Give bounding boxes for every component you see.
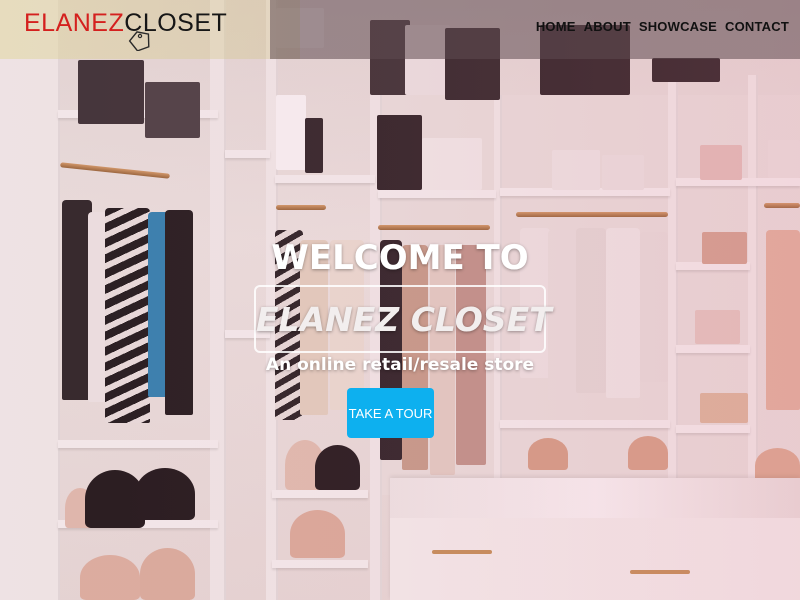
hero-section: WELCOME TO ELANEZ CLOSET An online retai… bbox=[0, 0, 800, 600]
store-name-frame: ELANEZ CLOSET bbox=[254, 285, 552, 353]
take-a-tour-button[interactable]: TAKE A TOUR bbox=[347, 388, 434, 438]
store-name: ELANEZ CLOSET bbox=[256, 300, 552, 339]
site-header: ELANEZ CLOSET HOME ABOUT SHOWCASE CONTAC… bbox=[0, 0, 800, 59]
nav-link-home[interactable]: HOME bbox=[536, 19, 576, 34]
hero-tagline: An online retail/resale store bbox=[265, 355, 535, 375]
logo-text-primary: ELANEZ bbox=[24, 9, 125, 37]
main-navigation: HOME ABOUT SHOWCASE CONTACT bbox=[536, 19, 789, 34]
nav-link-contact[interactable]: CONTACT bbox=[725, 19, 789, 34]
nav-link-showcase[interactable]: SHOWCASE bbox=[639, 19, 717, 34]
hero-title: WELCOME TO bbox=[271, 238, 529, 278]
site-logo[interactable]: ELANEZ CLOSET bbox=[24, 8, 227, 51]
price-tag-icon bbox=[128, 31, 150, 51]
nav-link-about[interactable]: ABOUT bbox=[584, 19, 631, 34]
